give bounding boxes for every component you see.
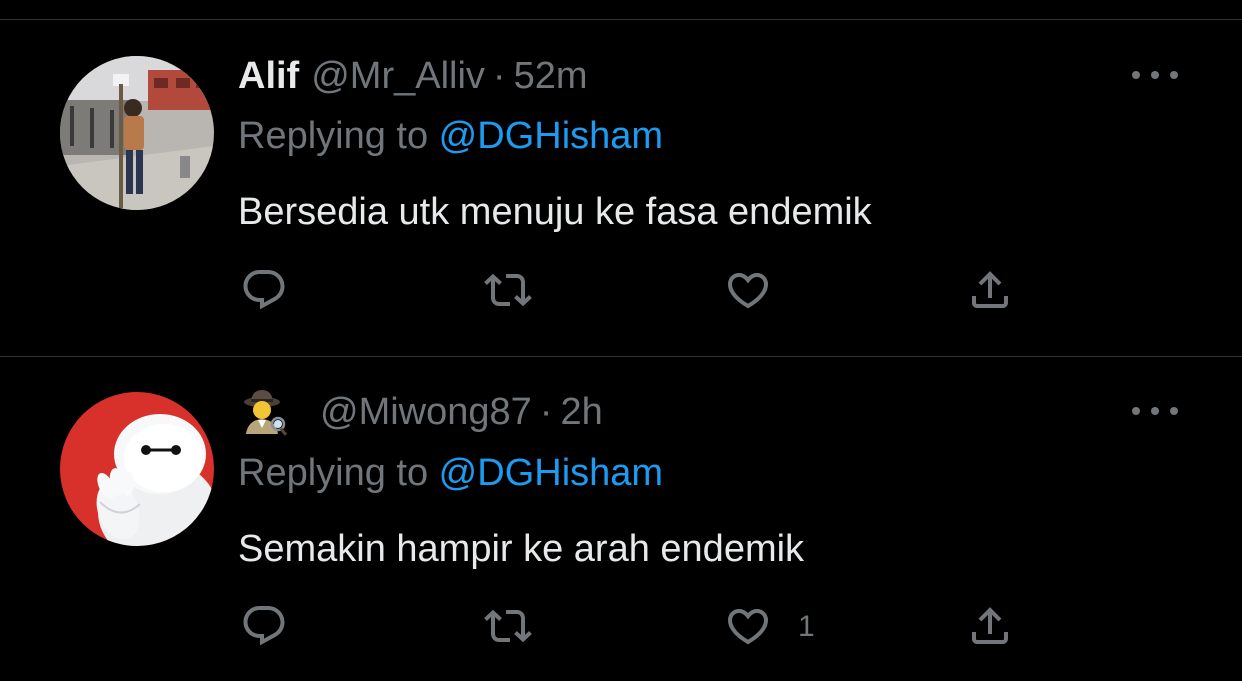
share-icon xyxy=(972,607,1008,644)
like-button[interactable] xyxy=(724,266,772,314)
retweet-button[interactable] xyxy=(484,266,532,314)
more-dot-icon xyxy=(1132,71,1140,79)
retweet-icon xyxy=(484,273,532,307)
retweet-icon xyxy=(484,609,532,643)
timestamp[interactable]: 52m xyxy=(514,55,588,98)
more-dot-icon xyxy=(1170,71,1178,79)
more-dot-icon xyxy=(1151,71,1159,79)
replying-to: Replying to @DGHisham xyxy=(238,114,663,158)
tweet-text: Semakin hampir ke arah endemik xyxy=(238,528,805,570)
share-button[interactable] xyxy=(966,266,1014,314)
reply-icon xyxy=(243,270,285,310)
more-dot-icon xyxy=(1151,407,1159,415)
tweet-header: @Miwong87 · 2h xyxy=(238,390,603,436)
tweet-divider xyxy=(0,356,1242,357)
avatar[interactable] xyxy=(60,392,214,546)
replying-to: Replying to @DGHisham xyxy=(238,451,663,495)
detective-emoji-icon xyxy=(244,390,288,436)
top-divider xyxy=(0,19,1242,20)
avatar[interactable] xyxy=(60,56,214,210)
more-dot-icon xyxy=(1170,407,1178,415)
separator-dot: · xyxy=(539,390,553,433)
timestamp[interactable]: 2h xyxy=(560,391,602,434)
more-dot-icon xyxy=(1132,407,1140,415)
separator-dot: · xyxy=(492,54,506,97)
like-count: 1 xyxy=(798,610,815,643)
more-options-button[interactable] xyxy=(1132,65,1178,85)
baymax-avatar-icon xyxy=(60,392,214,546)
tweet-header: Alif @Mr_Alliv · 52m xyxy=(238,54,588,98)
replying-to-label: Replying to xyxy=(238,452,439,494)
more-options-button[interactable] xyxy=(1132,401,1178,421)
share-icon xyxy=(972,271,1008,308)
share-button[interactable] xyxy=(966,602,1014,650)
heart-icon xyxy=(727,273,769,309)
user-photo-avatar-icon xyxy=(60,56,214,210)
replying-to-mention[interactable]: @DGHisham xyxy=(439,115,663,157)
like-button[interactable] xyxy=(724,602,772,650)
replying-to-label: Replying to xyxy=(238,115,439,157)
display-name[interactable]: Alif xyxy=(238,55,299,98)
user-handle[interactable]: @Miwong87 xyxy=(320,391,532,434)
reply-button[interactable] xyxy=(240,266,288,314)
heart-icon xyxy=(727,609,769,645)
user-handle[interactable]: @Mr_Alliv xyxy=(311,55,485,98)
reply-button[interactable] xyxy=(240,602,288,650)
tweet-text: Bersedia utk menuju ke fasa endemik xyxy=(238,191,872,233)
replying-to-mention[interactable]: @DGHisham xyxy=(439,452,663,494)
retweet-button[interactable] xyxy=(484,602,532,650)
reply-icon xyxy=(243,606,285,646)
